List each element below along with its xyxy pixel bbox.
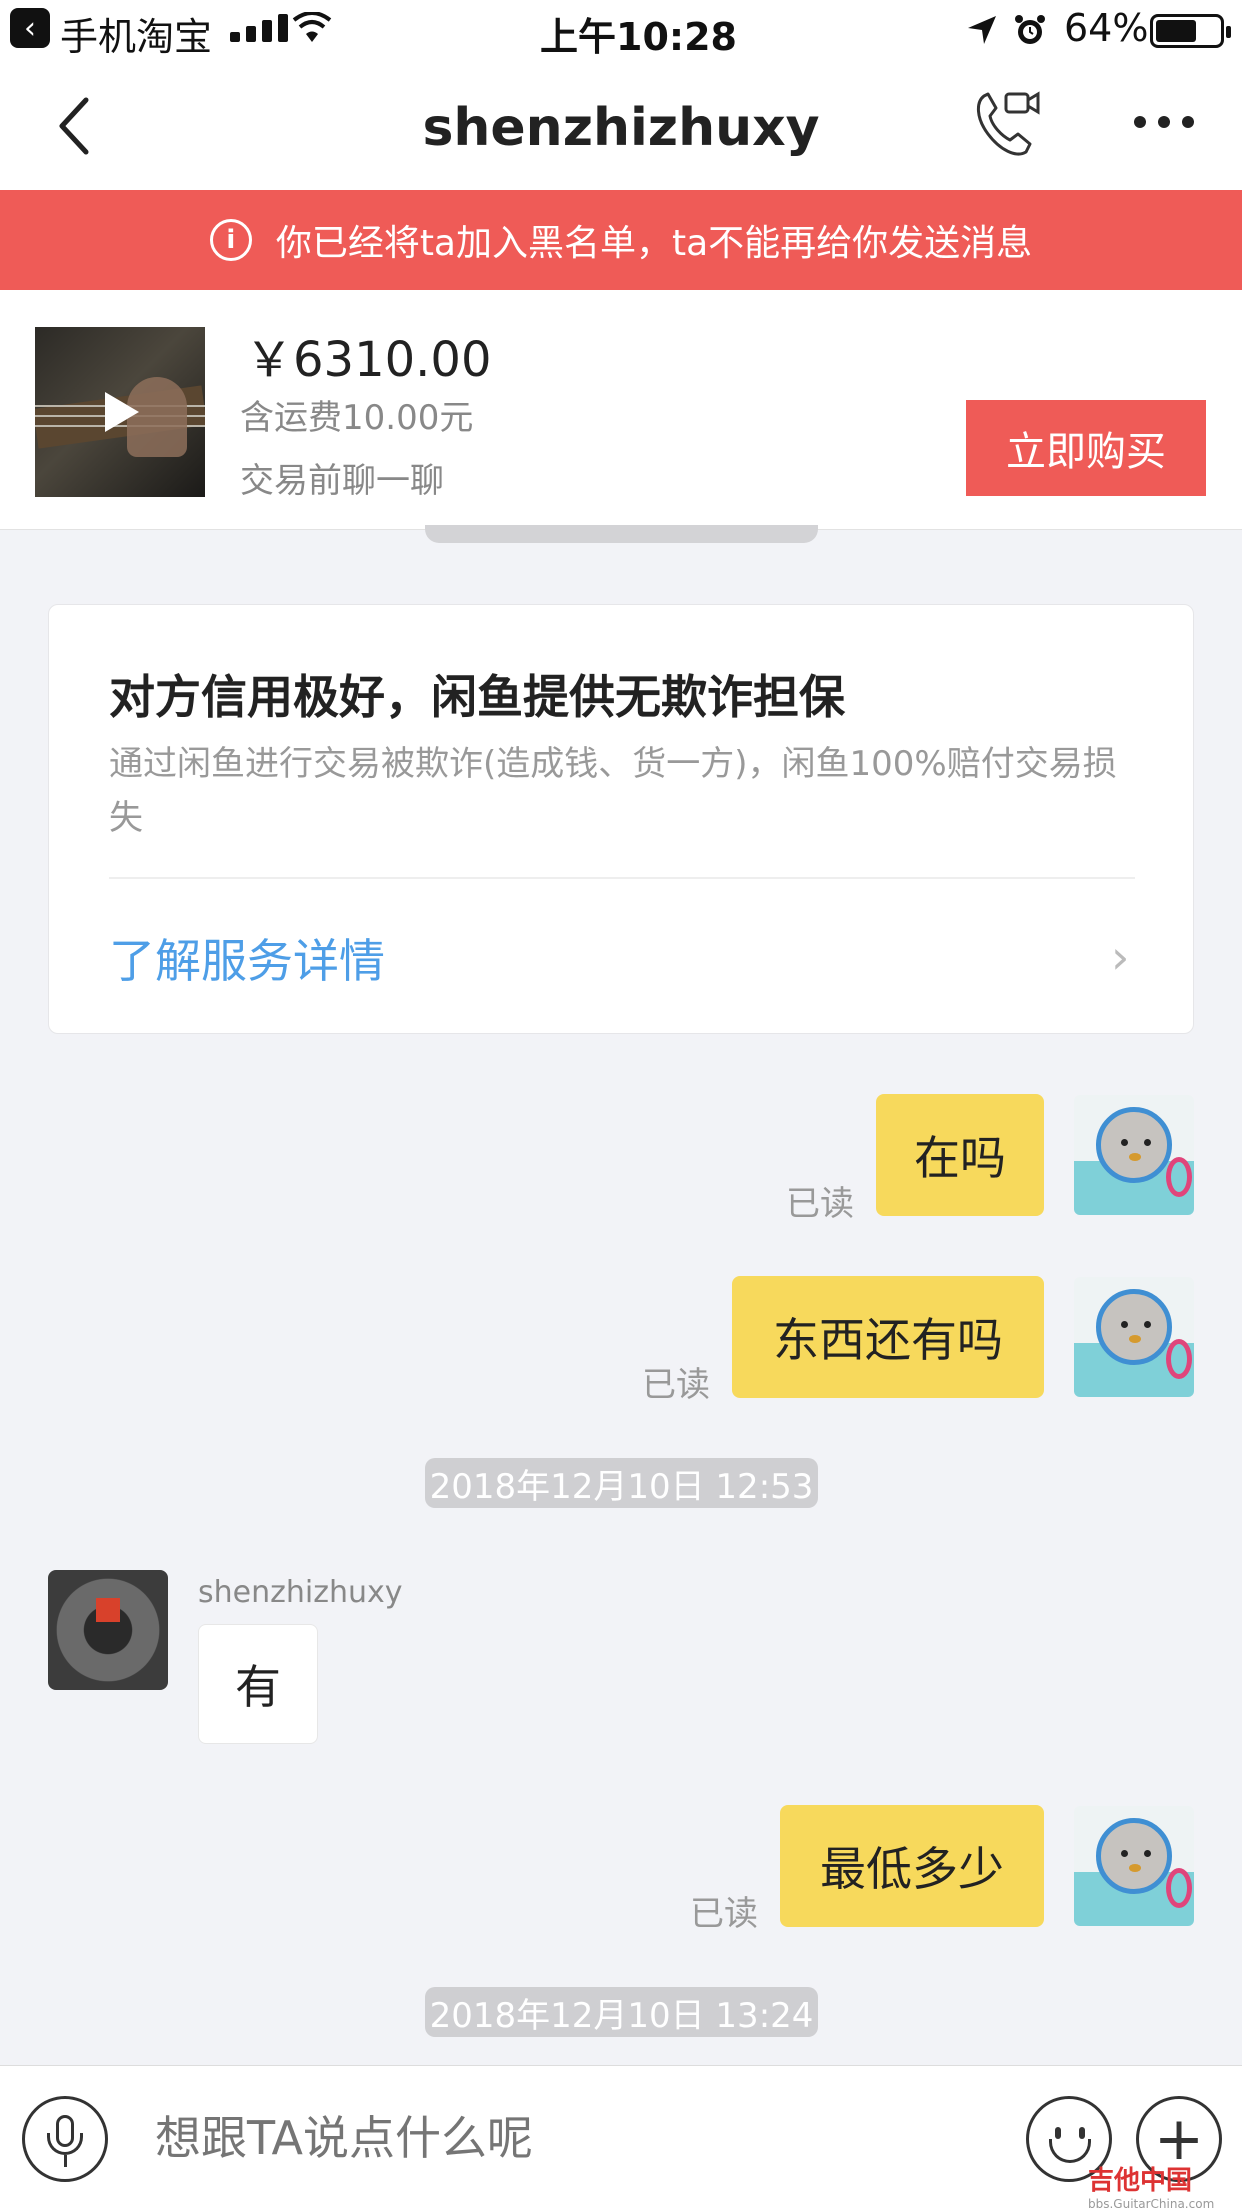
divider [109, 877, 1135, 879]
contact-avatar[interactable] [48, 1570, 168, 1690]
read-status: 已读 [690, 1894, 758, 1934]
avatar-head [1096, 1107, 1172, 1183]
avatar-eye [1121, 1850, 1128, 1857]
shipping-fee: 含运费10.00元 [240, 398, 474, 438]
watermark: 吉他中国 bbs.GuitarChina.com [1088, 2160, 1214, 2208]
play-icon[interactable] [105, 392, 139, 432]
guarantee-description: 通过闲鱼进行交易被欺诈(造成钱、货一方)，闲鱼100%赔付交易损失 [109, 744, 1117, 838]
phone-video-icon[interactable] [970, 88, 1042, 160]
guarantee-card: 对方信用极好，闲鱼提供无欺诈担保 通过闲鱼进行交易被欺诈(造成钱、货一方)，闲鱼… [48, 604, 1194, 1034]
alert-text: 你已经将ta加入黑名单，ta不能再给你发送消息 [275, 223, 1033, 264]
emoji-eye [1055, 2127, 1061, 2139]
nav-bar: shenzhizhuxy [0, 60, 1242, 190]
avatar-eye [1121, 1139, 1128, 1146]
page-title: shenzhizhuxy [422, 98, 820, 158]
chat-before-trade: 交易前聊一聊 [240, 461, 444, 501]
avatar-cord [1166, 1868, 1192, 1908]
status-app-name[interactable]: 手机淘宝 [60, 6, 212, 61]
my-avatar[interactable] [1074, 1095, 1194, 1215]
blacklist-alert: i 你已经将ta加入黑名单，ta不能再给你发送消息 [0, 190, 1242, 290]
buy-now-button[interactable]: 立即购买 [966, 400, 1206, 496]
more-dots-icon[interactable] [1132, 114, 1196, 130]
message-input[interactable] [155, 2106, 855, 2170]
avatar-head [1096, 1818, 1172, 1894]
my-message-bubble[interactable]: 最低多少 [780, 1805, 1044, 1927]
emoji-eye [1079, 2127, 1085, 2139]
avatar-head [1096, 1289, 1172, 1365]
sender-name: shenzhizhuxy [198, 1575, 403, 1610]
watermark-text: 吉他中国 [1088, 2166, 1193, 2196]
read-status: 已读 [786, 1184, 854, 1224]
microphone-icon[interactable] [22, 2096, 108, 2182]
avatar-eye [1121, 1321, 1128, 1328]
avatar-eye [1144, 1850, 1151, 1857]
chevron-right-icon[interactable]: › [1111, 930, 1129, 984]
my-message-bubble[interactable]: 在吗 [876, 1094, 1044, 1216]
my-avatar[interactable] [1074, 1277, 1194, 1397]
watermark-subtext: bbs.GuitarChina.com [1088, 2197, 1215, 2208]
emoji-smile [1049, 2139, 1091, 2163]
avatar-eye [1144, 1321, 1151, 1328]
battery-icon [1150, 14, 1231, 48]
input-bar: + [0, 2065, 1242, 2208]
timestamp-pill: 2018年12月10日 13:24 [425, 1987, 818, 2037]
guarantee-title: 对方信用极好，闲鱼提供无欺诈担保 [109, 670, 845, 724]
avatar-cord [1166, 1157, 1192, 1197]
status-time: 上午10:28 [540, 15, 737, 59]
alarm-icon [1015, 15, 1045, 44]
wifi-icon [292, 12, 332, 42]
avatar-nose [1129, 1335, 1141, 1343]
avatar-nose [1129, 1153, 1141, 1161]
avatar-nose [1129, 1864, 1141, 1872]
status-bar: ‹ 手机淘宝 上午10:28 64% [0, 0, 1242, 60]
info-icon: i [209, 219, 252, 261]
read-status: 已读 [642, 1365, 710, 1405]
signal-icon [230, 14, 288, 42]
timestamp-pill: 2018年12月10日 12:53 [425, 1458, 818, 1508]
mic-leg [64, 2155, 67, 2167]
hidden-timestamp-pill [425, 525, 818, 543]
product-price: ￥6310.00 [245, 332, 492, 388]
avatar-cord [1166, 1339, 1192, 1379]
avatar-eye [1144, 1139, 1151, 1146]
mic-stand [47, 2133, 83, 2155]
service-details-link[interactable]: 了解服务详情 [109, 925, 385, 991]
their-message-bubble[interactable]: 有 [198, 1624, 318, 1744]
back-to-app-icon[interactable]: ‹ [10, 8, 50, 48]
my-message-bubble[interactable]: 东西还有吗 [732, 1276, 1044, 1398]
battery-percentage: 64% [1064, 6, 1149, 50]
avatar-badge [96, 1598, 120, 1622]
battery-fill [1156, 20, 1196, 42]
product-card[interactable]: ￥6310.00 含运费10.00元 交易前聊一聊 立即购买 [0, 290, 1242, 530]
location-icon [968, 16, 996, 44]
my-avatar[interactable] [1074, 1806, 1194, 1926]
product-thumbnail[interactable] [35, 327, 205, 497]
